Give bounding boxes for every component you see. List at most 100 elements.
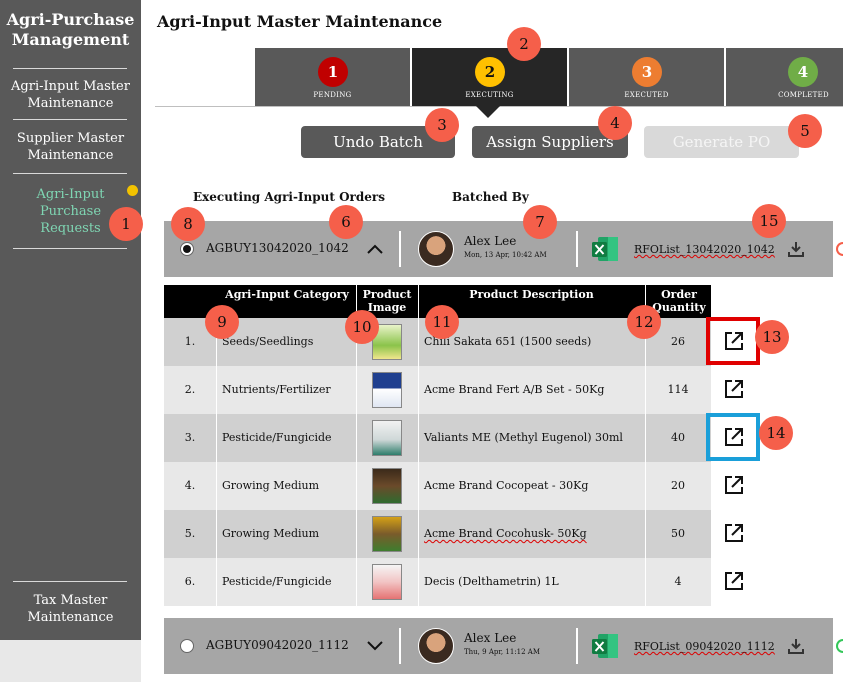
divider [399, 231, 401, 267]
highlight-box-red [706, 317, 760, 365]
row-description: Decis (Delthametrin) 1L [424, 575, 559, 588]
rfo-file-link[interactable]: RFOList_13042020_1042 [634, 243, 775, 256]
row-description: Acme Brand Cocohusk- 50Kg [424, 527, 587, 540]
open-external-icon[interactable] [723, 474, 745, 496]
divider [356, 414, 357, 462]
open-external-icon[interactable] [723, 570, 745, 592]
annotation-badge: 13 [755, 320, 789, 354]
current-step-pointer [476, 106, 500, 118]
step-number: 3 [632, 57, 662, 87]
row-category: Nutrients/Fertilizer [222, 383, 331, 396]
batch-row[interactable]: AGBUY09042020_1112 Alex Lee Thu, 9 Apr, … [164, 618, 833, 674]
divider [356, 510, 357, 558]
batch-radio[interactable] [180, 639, 194, 653]
table-row[interactable]: 4. Growing Medium Acme Brand Cocopeat - … [164, 462, 711, 510]
row-category: Growing Medium [222, 479, 320, 492]
table-row[interactable]: 6. Pesticide/Fungicide Decis (Delthametr… [164, 558, 711, 606]
sidebar-divider [13, 68, 127, 69]
row-description: Acme Brand Fert A/B Set - 50Kg [424, 383, 605, 396]
annotation-badge: 2 [507, 27, 541, 61]
row-number: 3. [184, 431, 196, 444]
page-title: Agri-Input Master Maintenance [157, 12, 443, 31]
rfo-file-link[interactable]: RFOList_09042020_1112 [634, 640, 775, 653]
sidebar-footer [0, 640, 141, 682]
divider [216, 366, 217, 414]
batched-time: Mon, 13 Apr, 10:42 AM [464, 251, 547, 259]
batch-id: AGBUY09042020_1112 [206, 638, 349, 652]
offscreen-status-icon [836, 242, 843, 256]
row-category: Pesticide/Fungicide [222, 575, 332, 588]
batch-row[interactable]: AGBUY13042020_1042 Alex Lee Mon, 13 Apr,… [164, 221, 833, 277]
product-image-fertilizer [372, 372, 402, 408]
sidebar-divider [13, 581, 127, 582]
avatar [418, 231, 454, 267]
step-completed[interactable]: 4 COMPLETED [726, 48, 843, 106]
open-external-icon[interactable] [723, 522, 745, 544]
header-category: Agri-Input Category [225, 288, 349, 301]
row-number: 4. [184, 479, 196, 492]
batch-id: AGBUY13042020_1042 [206, 241, 349, 255]
divider [576, 628, 578, 664]
divider [418, 366, 419, 414]
chevron-up-icon[interactable] [366, 243, 384, 255]
row-quantity: 4 [674, 575, 682, 588]
generate-po-button[interactable]: Generate PO [644, 126, 799, 158]
divider [418, 510, 419, 558]
divider [216, 558, 217, 606]
header-description: Product Description [469, 288, 594, 301]
annotation-badge: 11 [425, 305, 459, 339]
batched-by-heading: Batched By [452, 190, 529, 204]
sidebar-item-supplier-master[interactable]: Supplier Master Maintenance [0, 130, 141, 164]
row-category: Growing Medium [222, 527, 320, 540]
batch-radio[interactable] [180, 242, 194, 256]
table-row[interactable]: 2. Nutrients/Fertilizer Acme Brand Fert … [164, 366, 711, 414]
app-title: Agri-Purchase Management [6, 10, 135, 49]
sidebar-divider [13, 119, 127, 120]
row-number: 6. [184, 575, 196, 588]
row-quantity: 50 [671, 527, 685, 540]
product-image-decis [372, 564, 402, 600]
annotation-badge: 9 [205, 305, 239, 339]
open-external-icon[interactable] [723, 378, 745, 400]
divider [216, 510, 217, 558]
annotation-badge: 15 [752, 204, 786, 238]
step-label: COMPLETED [778, 91, 829, 99]
annotation-badge: 5 [788, 114, 822, 148]
row-description: Valiants ME (Methyl Eugenol) 30ml [424, 431, 623, 444]
step-pending[interactable]: 1 PENDING [255, 48, 410, 106]
divider [418, 285, 419, 318]
divider [418, 414, 419, 462]
step-executed[interactable]: 3 EXECUTED [569, 48, 724, 106]
chevron-down-icon[interactable] [366, 640, 384, 652]
annotation-badge: 3 [425, 108, 459, 142]
product-image-cocohusk [372, 516, 402, 552]
annotation-badge: 7 [523, 205, 557, 239]
step-label: EXECUTING [465, 91, 514, 99]
divider [418, 318, 419, 366]
row-quantity: 20 [671, 479, 685, 492]
annotation-badge: 10 [345, 310, 379, 344]
divider [576, 231, 578, 267]
download-icon[interactable] [786, 239, 806, 259]
annotation-badge: 12 [627, 305, 661, 339]
annotation-badge: 4 [598, 106, 632, 140]
row-category: Pesticide/Fungicide [222, 431, 332, 444]
orders-heading: Executing Agri-Input Orders [193, 190, 385, 204]
step-executing[interactable]: 2 EXECUTING [412, 48, 567, 106]
step-label: PENDING [313, 91, 352, 99]
download-icon[interactable] [786, 636, 806, 656]
sidebar-item-agri-input-master[interactable]: Agri-Input Master Maintenance [0, 78, 141, 112]
sidebar: Agri-Purchase Management Agri-Input Mast… [0, 0, 141, 640]
divider [399, 628, 401, 664]
offscreen-status-icon [836, 639, 843, 653]
row-description: Acme Brand Cocopeat - 30Kg [424, 479, 589, 492]
table-row[interactable]: 5. Growing Medium Acme Brand Cocohusk- 5… [164, 510, 711, 558]
table-row[interactable]: 3. Pesticide/Fungicide Valiants ME (Meth… [164, 414, 711, 462]
batched-by-name: Alex Lee [464, 631, 517, 645]
annotation-badge: 1 [109, 207, 143, 241]
divider [418, 558, 419, 606]
step-label: EXECUTED [624, 91, 669, 99]
sidebar-item-tax-master[interactable]: Tax Master Maintenance [0, 592, 141, 626]
step-number: 1 [318, 57, 348, 87]
product-image-pesticide [372, 420, 402, 456]
